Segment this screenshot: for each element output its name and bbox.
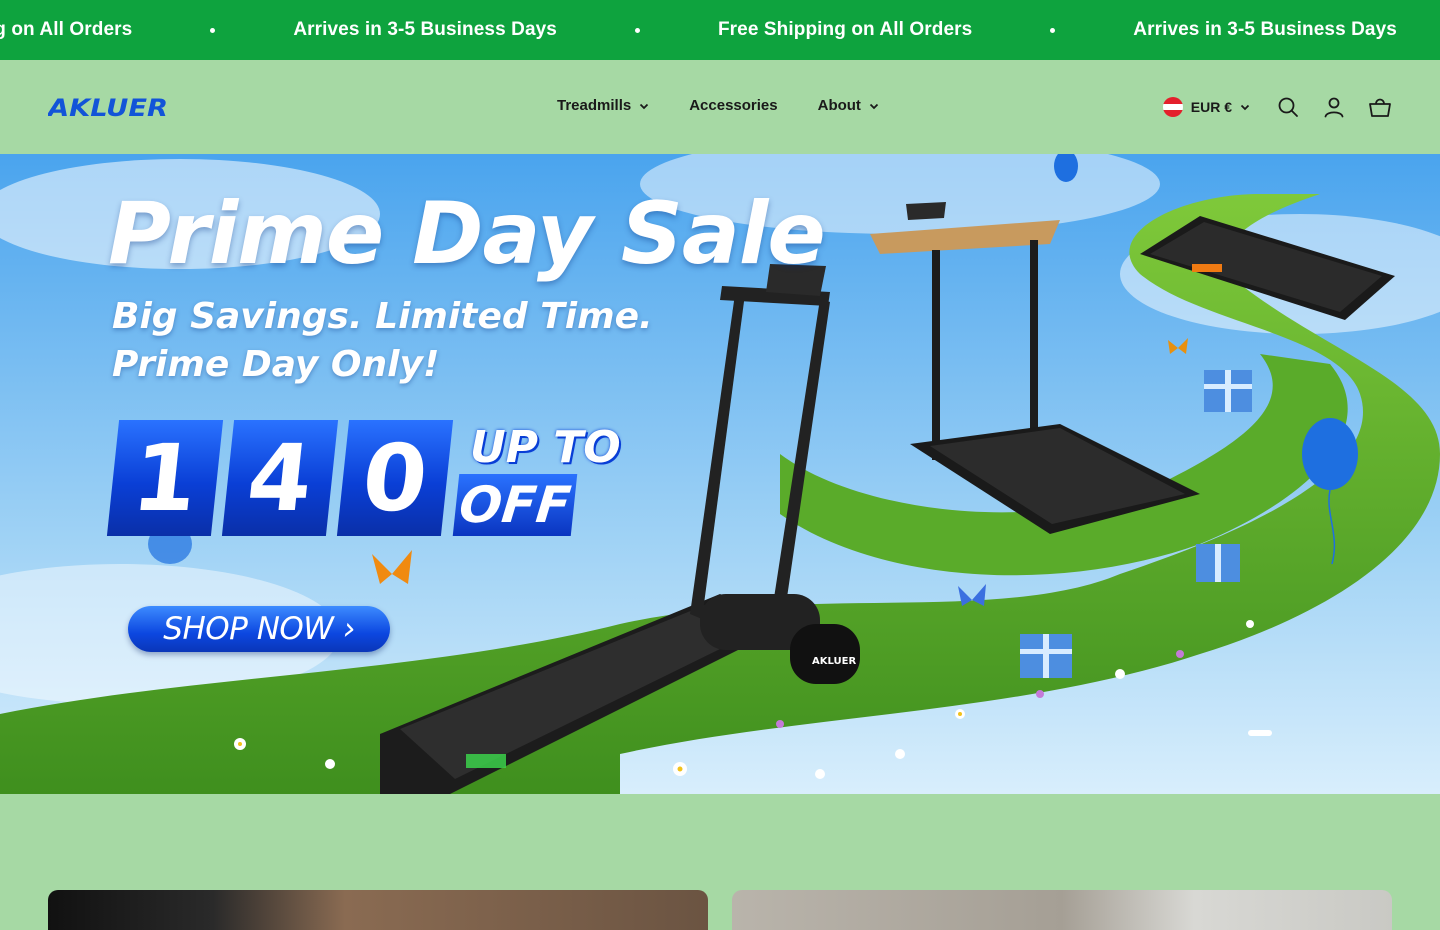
nav-accessories[interactable]: Accessories (689, 97, 777, 114)
separator-dot (210, 27, 216, 33)
discount-digit: 0 (336, 420, 454, 536)
hero-banner[interactable]: AKLUER Prime Day Sale Big Savings. Limit… (0, 154, 1440, 794)
announcement-item: Free Shipping on All Orders (717, 19, 973, 40)
currency-label: EUR € (1190, 99, 1232, 115)
site-header: AKLUER Treadmills Accessories About EUR … (0, 60, 1440, 154)
nav-about[interactable]: About (818, 97, 879, 114)
hero-subtitle: Big Savings. Limited Time. (112, 296, 653, 337)
chevron-down-icon (869, 103, 879, 109)
announcement-item: Free Shipping on All Orders (0, 19, 133, 40)
hero-title: Prime Day Sale (108, 184, 826, 284)
announcement-track: Free Shipping on All Orders Arrives in 3… (0, 0, 1440, 60)
separator-dot (1050, 27, 1056, 33)
announcement-item: Arrives in 3-5 Business Days (293, 19, 557, 40)
search-icon (1278, 97, 1298, 117)
announcement-item: Arrives in 3-5 Business Days (1133, 19, 1397, 40)
discount-digit: 1 (106, 420, 224, 536)
header-actions: EUR € (1162, 95, 1392, 119)
chevron-down-icon (1240, 104, 1250, 111)
hero-subtitle-2: Prime Day Only! (112, 344, 440, 385)
nav-label: Treadmills (557, 97, 632, 114)
shop-now-button[interactable]: SHOP NOW › (128, 606, 390, 652)
announcement-bar: Free Shipping on All Orders Arrives in 3… (0, 0, 1440, 60)
nav-label: About (817, 97, 861, 114)
main-nav: Treadmills Accessories About (557, 97, 879, 114)
discount-digits: 1 4 0 (106, 420, 458, 536)
akluer-logo[interactable]: AKLUER (48, 95, 170, 119)
account-button[interactable] (1322, 95, 1346, 119)
up-to-label: UP TO (470, 422, 621, 473)
nav-label: Accessories (689, 97, 778, 114)
austria-flag-icon (1162, 97, 1183, 117)
collection-card[interactable] (48, 890, 708, 930)
svg-text:AKLUER: AKLUER (48, 95, 168, 119)
product-logo: AKLUER (812, 656, 856, 667)
collection-card[interactable] (732, 890, 1392, 930)
cart-button[interactable] (1368, 95, 1392, 119)
off-label: OFF (452, 474, 578, 536)
chevron-down-icon (640, 103, 649, 109)
slide-indicator-active[interactable] (1248, 730, 1272, 736)
discount-digit: 4 (221, 420, 339, 536)
search-button[interactable] (1276, 95, 1300, 119)
currency-selector[interactable]: EUR € (1162, 97, 1250, 117)
nav-treadmills[interactable]: Treadmills (557, 97, 649, 114)
cart-icon (1369, 98, 1391, 117)
separator-dot (634, 27, 640, 33)
account-icon (1324, 97, 1344, 118)
